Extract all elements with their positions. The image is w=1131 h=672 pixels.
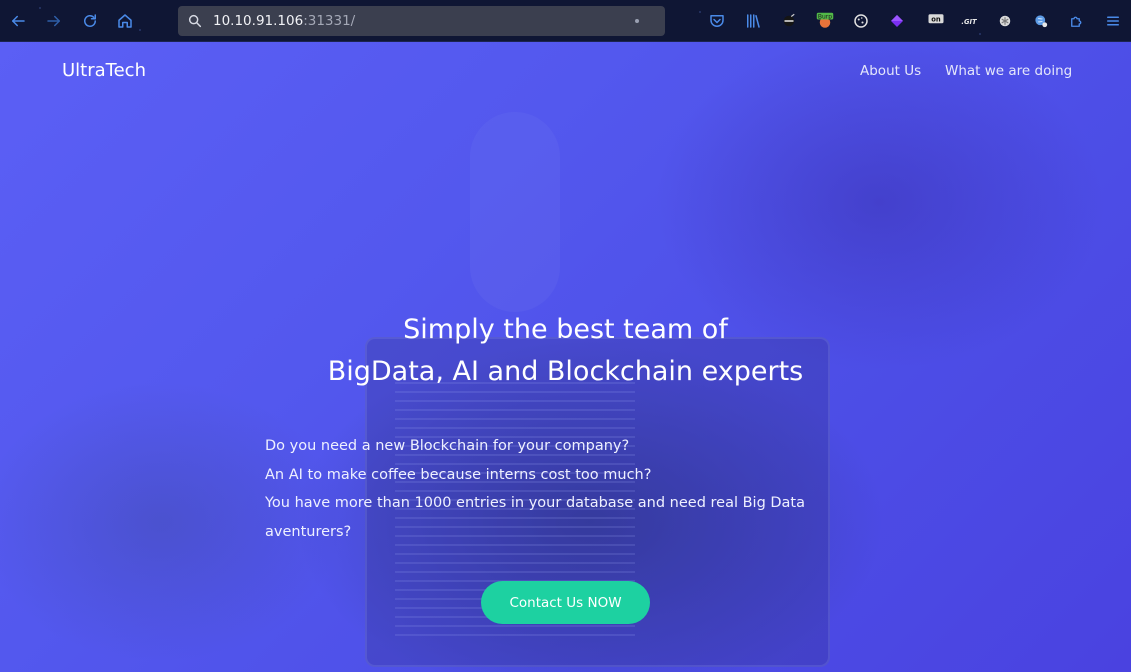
- git-extension-button[interactable]: .GIT: [959, 11, 979, 31]
- cookie-button[interactable]: [851, 11, 871, 31]
- menu-button[interactable]: [1103, 11, 1123, 31]
- search-icon: [188, 14, 202, 28]
- snowflake-icon: [999, 15, 1011, 27]
- reload-button[interactable]: [78, 9, 102, 33]
- back-icon: [12, 15, 25, 27]
- brand-logo[interactable]: UltraTech: [62, 60, 146, 81]
- forward-icon: [47, 15, 60, 27]
- home-button[interactable]: [113, 9, 137, 33]
- toggle-on-button[interactable]: on: [926, 11, 946, 31]
- git-extension-icon: .GIT: [961, 18, 978, 26]
- pocket-icon: [710, 15, 724, 27]
- snowflake-button[interactable]: [995, 11, 1015, 31]
- ninja-extension-button[interactable]: [779, 11, 799, 31]
- home-icon: [118, 14, 132, 28]
- background-plant-shape: [470, 112, 560, 312]
- library-icon: [747, 14, 760, 28]
- puzzle-extensions-icon: [1071, 16, 1082, 27]
- globe-search-icon: [1035, 15, 1048, 28]
- url-bar[interactable]: 10.10.91.106:31331/: [178, 6, 665, 36]
- browser-toolbar: 10.10.91.106:31331/ Burp on .GIT: [0, 0, 1131, 42]
- purple-gem-button[interactable]: [887, 11, 907, 31]
- toggle-badge: on: [931, 15, 941, 23]
- globe-search-button[interactable]: [1031, 11, 1051, 31]
- hero-line-1: Do you need a new Blockchain for your co…: [265, 438, 630, 454]
- hero-line-2: An AI to make coffee because interns cos…: [265, 466, 652, 483]
- burp-extension-icon: Burp: [816, 12, 834, 28]
- url-port: :31331/: [303, 13, 356, 29]
- burp-extension-button[interactable]: Burp: [815, 11, 835, 31]
- nav-what-we-are-doing[interactable]: What we are doing: [945, 63, 1072, 79]
- cookie-icon: [854, 14, 868, 28]
- library-button[interactable]: [743, 11, 763, 31]
- toggle-on-icon: on: [928, 14, 944, 23]
- url-host: 10.10.91.106: [213, 13, 304, 29]
- forward-button[interactable]: [42, 9, 66, 33]
- hero-title: Simply the best team of BigData, AI and …: [0, 309, 1131, 393]
- pocket-button[interactable]: [707, 11, 727, 31]
- purple-gem-icon: [891, 15, 903, 27]
- ninja-extension-icon: [783, 13, 795, 27]
- hero-description: Do you need a new Blockchain for your co…: [265, 432, 825, 546]
- burp-badge: Burp: [818, 13, 832, 20]
- hamburger-menu-icon: [1107, 16, 1119, 26]
- reload-icon: [84, 14, 96, 27]
- nav-about-us[interactable]: About Us: [860, 63, 921, 79]
- web-page: UltraTech About Us What we are doing Sim…: [0, 42, 1131, 672]
- git-badge: .GIT: [961, 18, 978, 26]
- hero-line-3: You have more than 1000 entries in your …: [265, 495, 806, 540]
- hero-title-line-2: BigData, AI and Blockchain experts: [327, 356, 804, 387]
- url-text[interactable]: 10.10.91.106:31331/: [213, 13, 355, 29]
- contact-us-button[interactable]: Contact Us NOW: [481, 581, 650, 624]
- back-button[interactable]: [6, 9, 30, 33]
- extensions-button[interactable]: [1067, 11, 1087, 31]
- url-bar-dot: [635, 19, 639, 23]
- hero-title-line-1: Simply the best team of: [403, 314, 728, 345]
